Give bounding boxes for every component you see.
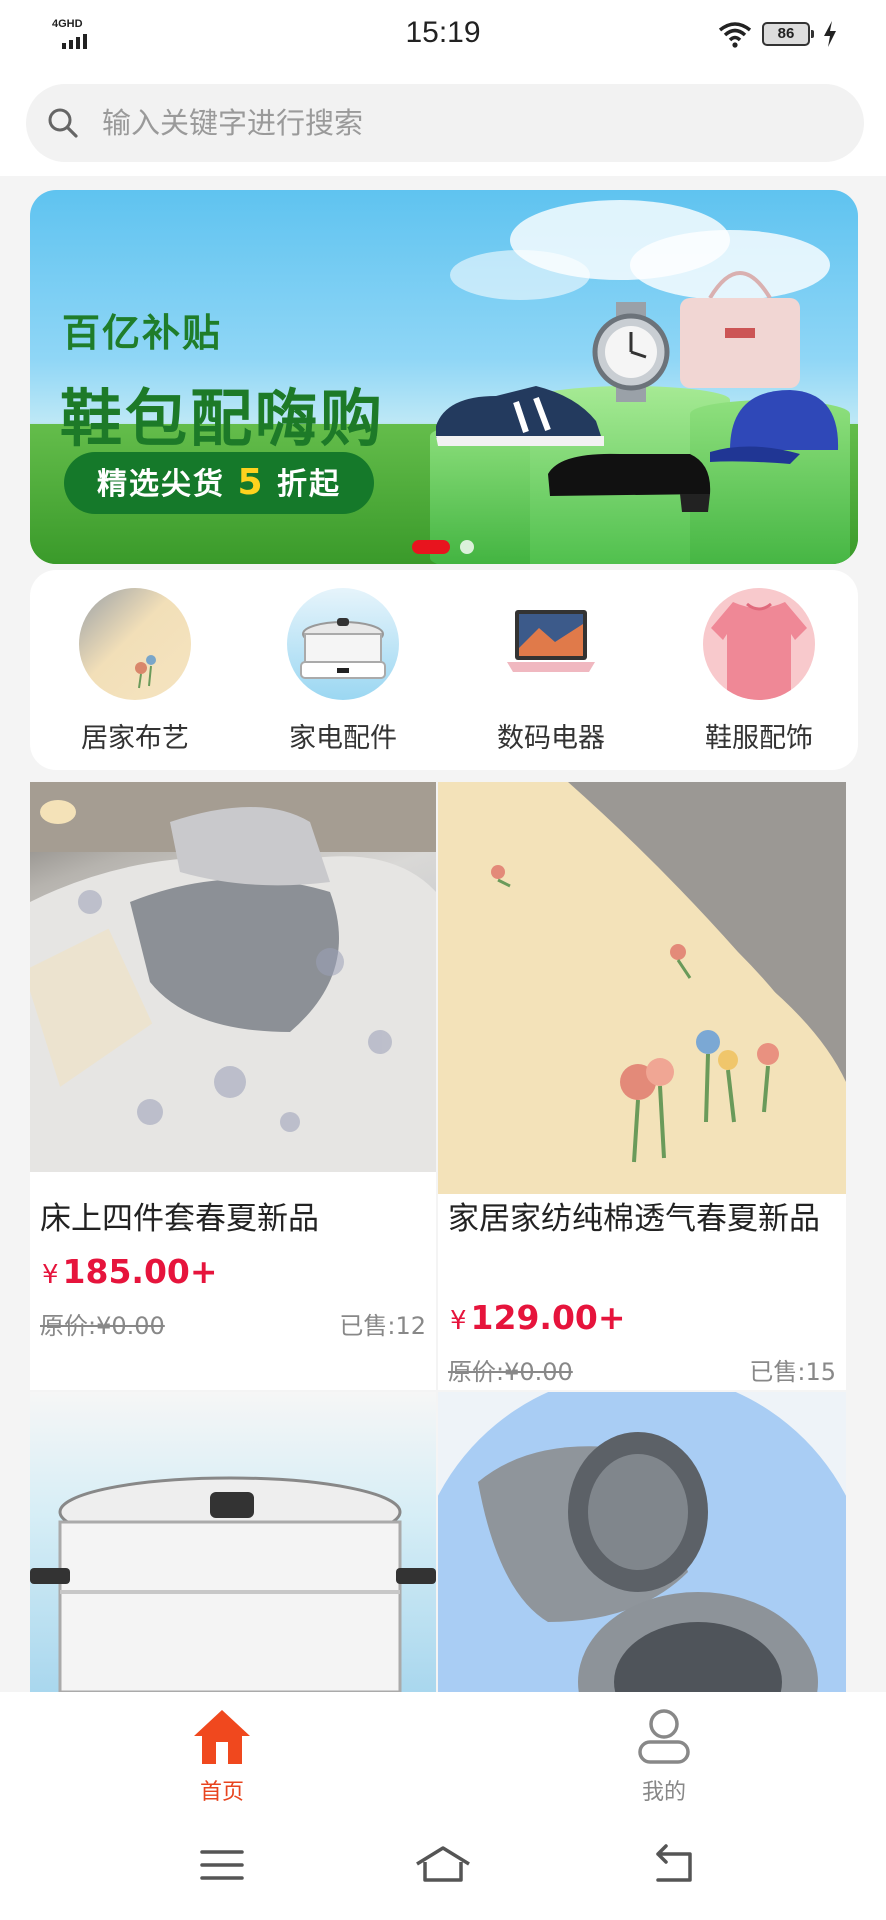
currency-symbol: ¥ — [42, 1260, 59, 1290]
product-image — [438, 1392, 846, 1692]
tab-me-label: 我的 — [641, 1780, 686, 1805]
battery-indicator: 86 — [762, 22, 814, 46]
loafer-icon — [548, 453, 711, 512]
price-value: 185.00+ — [62, 1252, 218, 1291]
original-price: 原价:¥0.00 — [448, 1358, 573, 1386]
home-icon — [194, 1710, 250, 1764]
category-label: 鞋服配饰 — [705, 723, 813, 754]
product-card[interactable] — [438, 1392, 846, 1692]
laptop-icon — [495, 588, 607, 700]
product-image — [30, 782, 436, 1172]
back-icon[interactable] — [644, 1840, 704, 1890]
carousel-dot-active[interactable] — [412, 540, 450, 554]
bedding-icon — [79, 588, 191, 700]
price-value: 129.00+ — [470, 1298, 626, 1337]
handbag-icon — [680, 271, 800, 388]
category-digital[interactable]: 数码电器 — [476, 588, 626, 755]
search-box[interactable] — [26, 84, 864, 162]
menu-icon[interactable] — [192, 1840, 252, 1890]
product-card[interactable]: 家居家纺纯棉透气春夏新品 ¥129.00+ 原价:¥0.00 已售:15 — [438, 782, 846, 1390]
cap-icon — [710, 390, 839, 464]
sweater-icon — [703, 588, 815, 700]
currency-symbol: ¥ — [450, 1306, 467, 1336]
system-navigation-bar — [0, 1812, 886, 1920]
original-price: 原价:¥0.00 — [40, 1312, 165, 1340]
category-bedding[interactable]: 居家布艺 — [60, 588, 210, 755]
tab-home-label: 首页 — [199, 1780, 244, 1805]
bottom-tab-bar: 首页 我的 — [0, 1692, 886, 1812]
product-price: ¥185.00+ — [42, 1252, 218, 1291]
product-price: ¥129.00+ — [450, 1298, 626, 1337]
product-card[interactable]: 床上四件套春夏新品 ¥185.00+ 原价:¥0.00 已售:12 — [30, 782, 436, 1390]
product-image — [438, 782, 846, 1194]
charging-icon — [824, 21, 836, 47]
hotpot-icon — [287, 588, 399, 700]
carousel-dot[interactable] — [460, 540, 474, 554]
watch-icon — [592, 302, 670, 402]
home-nav-icon[interactable] — [413, 1840, 473, 1890]
product-card[interactable] — [30, 1392, 436, 1692]
category-label: 家电配件 — [289, 723, 397, 754]
category-apparel[interactable]: 鞋服配饰 — [684, 588, 834, 755]
banner-tag: 百亿补贴 — [62, 311, 223, 355]
category-appliance-parts[interactable]: 家电配件 — [268, 588, 418, 755]
promo-banner[interactable]: 百亿补贴 鞋包配嗨购 精选尖货 5 折起 — [30, 190, 858, 564]
category-label: 居家布艺 — [81, 723, 189, 754]
sold-count: 已售:15 — [749, 1358, 836, 1386]
banner-cta-prefix: 精选尖货 — [97, 467, 226, 502]
category-label: 数码电器 — [497, 723, 605, 754]
banner-cta[interactable]: 精选尖货 5 折起 — [64, 452, 374, 514]
carousel-dots — [412, 540, 474, 554]
product-image — [30, 1476, 436, 1692]
search-icon — [48, 108, 78, 138]
search-bar — [0, 72, 886, 176]
banner-cta-suffix: 折起 — [276, 467, 341, 502]
banner-title: 鞋包配嗨购 — [60, 382, 386, 455]
status-bar: 4GHD 15:19 86 — [0, 0, 886, 72]
wifi-icon — [718, 22, 752, 48]
tab-me[interactable]: 我的 — [604, 1706, 724, 1806]
product-title: 床上四件套春夏新品 — [40, 1201, 319, 1237]
tab-home[interactable]: 首页 — [162, 1706, 282, 1806]
sold-count: 已售:12 — [339, 1312, 426, 1340]
user-icon — [638, 1709, 690, 1764]
search-input[interactable] — [76, 84, 836, 162]
banner-cta-highlight: 5 — [237, 462, 265, 503]
category-grid: 居家布艺 家电配件 数码电器 鞋服配饰 — [30, 570, 858, 770]
product-title: 家居家纺纯棉透气春夏新品 — [448, 1201, 820, 1237]
clock: 15:19 — [405, 16, 481, 49]
